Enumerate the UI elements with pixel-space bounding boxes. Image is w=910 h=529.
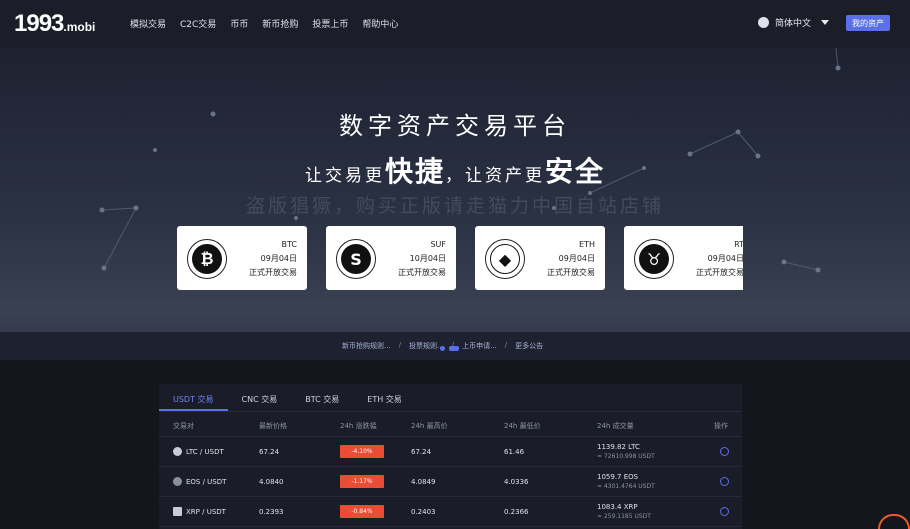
tab-eth[interactable]: ETH 交易 [353,384,416,411]
main-nav: 模拟交易 C2C交易 币币 新币抢购 投票上币 帮助中心 [130,17,398,30]
high-price: 0.2403 [411,508,436,516]
coin-card-symbol: BTC [281,240,298,249]
ripple-icon [173,507,182,516]
pair-name: LTC / USDT [186,447,224,456]
chevron-down-icon [821,20,830,25]
ethereum-icon: ◆ [485,239,525,279]
table-row[interactable]: EOS / USDT 4.0840 -1.17% 4.0849 4.0336 1… [159,467,742,497]
language-selector[interactable]: 简体中文 [758,16,830,29]
column-header-price: 最新价格 [259,422,287,430]
watermark-text: 盗版猖獗，购买正版请走猫力中国自站店铺 [245,195,664,217]
latest-price: 67.24 [259,448,280,456]
slogan-part-1: 让交易更 [304,166,385,186]
coin-card-status: 正式开放交易 [547,268,595,277]
volume-amount: 1139.82 LTC [597,443,640,451]
my-assets-button[interactable]: 我的资产 [846,15,890,31]
nav-item-new-coin-sale[interactable]: 新币抢购 [262,17,298,30]
change-badge: -0.84% [340,505,384,518]
slogan-part-2: ，让资产更 [445,166,545,186]
coin-card-date: 09月04日 [260,254,297,263]
volume-amount: 1059.7 EOS [597,473,639,481]
slogan-highlight-1: 快捷 [384,155,445,188]
carousel-dot-active[interactable] [449,346,459,351]
market-tabs: USDT 交易 CNC 交易 BTC 交易 ETH 交易 [159,384,742,412]
coin-card-suf[interactable]: S SUF 10月04日 正式开放交易 [326,226,456,290]
coin-card-rt[interactable]: ♉ RT 09月04日 正式开放交易 [624,226,743,290]
coin-card-status: 正式开放交易 [249,268,297,277]
notice-link-listing-application[interactable]: 上币申请... [462,341,497,351]
volume-amount: 1083.4 XRP [597,503,638,511]
notice-link-vote-rules[interactable]: 投票规则... [409,341,444,351]
nav-item-help-center[interactable]: 帮助中心 [362,17,398,30]
pair-name: EOS / USDT [186,477,227,486]
hero-slogan: 让交易更快捷，让资产更安全 [0,150,910,190]
table-header: 交易对 最新价格 24h 涨跌幅 24h 最高价 24h 最低价 24h 成交量… [159,412,742,437]
coin-card-eth[interactable]: ◆ ETH 09月04日 正式开放交易 [475,226,605,290]
tab-btc[interactable]: BTC 交易 [291,384,353,411]
low-price: 0.2366 [504,508,529,516]
latest-price: 0.2393 [259,508,284,516]
table-row[interactable]: LTC / USDT 67.24 -4.10% 67.24 61.46 1139… [159,437,742,467]
coin-card-symbol: ETH [579,240,595,249]
notice-link-new-coin-rules[interactable]: 新币抢购规则... [342,341,391,351]
eos-icon [173,477,182,486]
tab-usdt[interactable]: USDT 交易 [159,384,228,411]
trade-action-icon[interactable] [720,477,729,486]
volume-usdt: ≈ 4301.4764 USDT [597,483,655,490]
coin-card-symbol: SUF [430,240,446,249]
low-price: 4.0336 [504,478,529,486]
volume-usdt: ≈ 259.1185 USDT [597,513,651,520]
hero-banner: 数字资产交易平台 让交易更快捷，让资产更安全 盗版猖獗，购买正版请走猫力中国自站… [0,48,910,360]
column-header-volume: 24h 成交量 [597,422,634,430]
change-badge: -1.17% [340,475,384,488]
change-badge: -4.10% [340,445,384,458]
volume-usdt: ≈ 72610.998 USDT [597,453,655,460]
floating-widget-icon[interactable] [878,514,910,529]
high-price: 67.24 [411,448,432,456]
nav-item-coin-trading[interactable]: 币币 [230,17,248,30]
coin-card-btc[interactable]: ₿ BTC 09月04日 正式开放交易 [177,226,307,290]
notice-separator: / [504,341,508,349]
nav-item-simulated-trading[interactable]: 模拟交易 [130,17,166,30]
carousel-dot[interactable] [440,346,445,351]
high-price: 4.0849 [411,478,436,486]
nav-item-vote-listing[interactable]: 投票上币 [312,17,348,30]
pair-name: XRP / USDT [186,507,226,516]
top-navbar: 1993.mobi 模拟交易 C2C交易 币币 新币抢购 投票上币 帮助中心 简… [0,0,910,48]
hero-title: 数字资产交易平台 [339,112,571,140]
column-header-change: 24h 涨跌幅 [340,422,377,430]
column-header-pair: 交易对 [173,422,194,430]
coin-card-status: 正式开放交易 [696,268,743,277]
coin-card-status: 正式开放交易 [398,268,446,277]
logo-domain-text: .mobi [63,20,96,34]
coin-card-date: 10月04日 [409,254,446,263]
language-label: 简体中文 [775,19,812,29]
low-price: 61.46 [504,448,525,456]
litecoin-icon [173,447,182,456]
dollar-coin-icon: S [336,239,376,279]
slogan-highlight-2: 安全 [545,155,606,188]
carousel-indicator [440,346,459,351]
column-header-action: 操作 [714,422,728,430]
bitcoin-icon: ₿ [187,239,227,279]
globe-icon [758,17,769,28]
coin-listing-carousel: ₿ BTC 09月04日 正式开放交易 S SUF 10月04日 正式开放交易 … [177,226,743,290]
tab-cnc[interactable]: CNC 交易 [228,384,292,411]
column-header-high: 24h 最高价 [411,422,448,430]
trade-action-icon[interactable] [720,447,729,456]
latest-price: 4.0840 [259,478,284,486]
coin-card-symbol: RT [734,240,743,249]
logo-main-text: 1993 [14,10,64,37]
column-header-low: 24h 最低价 [504,422,541,430]
notice-link-more[interactable]: 更多公告 [515,341,543,351]
coin-card-date: 09月04日 [707,254,743,263]
coin-card-date: 09月04日 [558,254,595,263]
table-row[interactable]: XRP / USDT 0.2393 -0.84% 0.2403 0.2366 1… [159,497,742,527]
bull-icon: ♉ [634,239,674,279]
notice-separator: / [398,341,402,349]
trade-action-icon[interactable] [720,507,729,516]
site-logo[interactable]: 1993.mobi [14,10,95,38]
market-table: USDT 交易 CNC 交易 BTC 交易 ETH 交易 交易对 最新价格 24… [159,384,742,529]
nav-item-c2c-trading[interactable]: C2C交易 [180,17,216,30]
